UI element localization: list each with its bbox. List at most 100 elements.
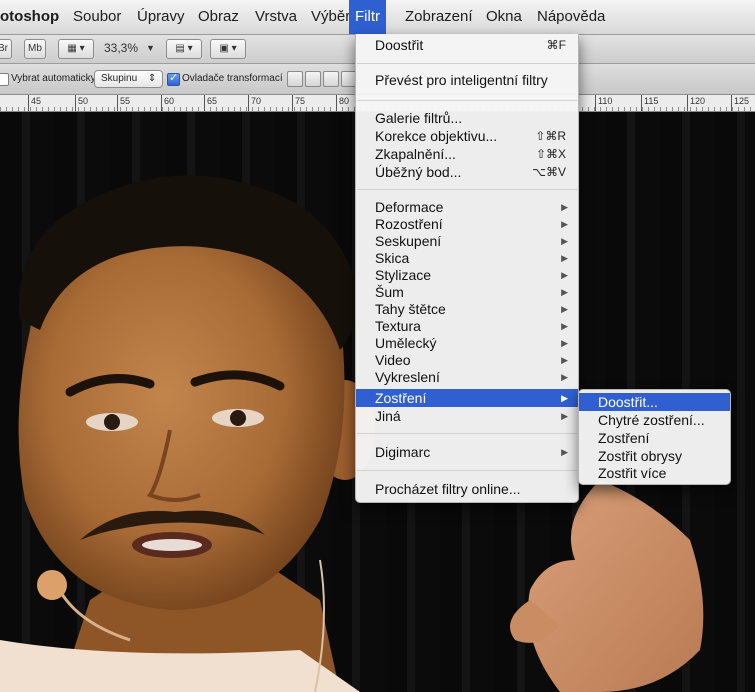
- align-bottom-icon[interactable]: [323, 71, 339, 87]
- submenu-arrow-icon: ▶: [561, 236, 568, 246]
- menu-item-label: Tahy štětce: [375, 301, 446, 317]
- menu-item-label: Umělecký: [375, 335, 437, 351]
- ruler-tick: 115: [641, 95, 658, 111]
- ruler-tick: 70: [248, 95, 261, 111]
- select-arrows-icon: ⇕: [147, 73, 157, 84]
- submenu-arrow-icon: ▶: [561, 372, 568, 382]
- menu-item-vanishing-point[interactable]: Úběžný bod... ⌥⌘V: [356, 163, 578, 181]
- ruler-tick: 45: [28, 95, 41, 111]
- submenu-arrow-icon: ▶: [561, 321, 568, 331]
- menu-item-distort[interactable]: Deformace ▶: [356, 198, 578, 216]
- ruler-tick: 50: [75, 95, 88, 111]
- menu-bar: otoshop Soubor Úpravy Obraz Vrstva Výběr…: [0, 0, 755, 35]
- submenu-item-label: Zostřit více: [598, 465, 667, 481]
- menu-item-shortcut: ⇧⌘X: [535, 147, 566, 161]
- menu-item-label: Textura: [375, 318, 421, 334]
- menu-item-video[interactable]: Video ▶: [356, 351, 578, 369]
- menu-item-label: Zostření: [375, 390, 427, 406]
- menu-item-label: Vykreslení: [375, 369, 440, 385]
- menu-item-label: Procházet filtry online...: [375, 481, 521, 497]
- menu-item-liquify[interactable]: Zkapalnění... ⇧⌘X: [356, 145, 578, 163]
- menubar-okna[interactable]: Okna: [486, 0, 522, 34]
- submenu-item-label: Doostřit...: [598, 394, 658, 410]
- menu-item-label: Jiná: [375, 408, 401, 424]
- menu-item-filter-gallery[interactable]: Galerie filtrů...: [356, 109, 578, 127]
- submenu-arrow-icon: ▶: [561, 304, 568, 314]
- menu-item-label: Rozostření: [375, 216, 443, 232]
- chevron-down-icon: ▾: [231, 43, 237, 54]
- menu-item-label: Korekce objektivu...: [375, 128, 498, 144]
- menu-item-stylize[interactable]: Stylizace ▶: [356, 266, 578, 284]
- menu-item-label: Digimarc: [375, 444, 431, 460]
- menu-item-label: Seskupení: [375, 233, 442, 249]
- menu-item-digimarc[interactable]: Digimarc ▶: [356, 443, 578, 461]
- mini-bridge-button[interactable]: Mb: [24, 39, 46, 59]
- submenu-arrow-icon: ▶: [561, 338, 568, 348]
- menu-item-lens-correction[interactable]: Korekce objektivu... ⇧⌘R: [356, 127, 578, 145]
- menu-item-label: Deformace: [375, 199, 444, 215]
- menubar-napoveda[interactable]: Nápověda: [537, 0, 605, 34]
- submenu-item-unsharp-mask[interactable]: Doostřit...: [579, 393, 730, 411]
- menu-item-texture[interactable]: Textura ▶: [356, 317, 578, 335]
- menu-separator: [357, 63, 577, 64]
- menu-separator: [357, 433, 577, 434]
- submenu-arrow-icon: ▶: [561, 411, 568, 421]
- menubar-vrstva[interactable]: Vrstva: [255, 0, 297, 34]
- menubar-soubor[interactable]: Soubor: [73, 0, 121, 34]
- submenu-item-sharpen-edges[interactable]: Zostřit obrysy: [579, 447, 730, 465]
- menu-item-blur[interactable]: Rozostření ▶: [356, 215, 578, 233]
- bridge-button[interactable]: Br: [0, 39, 12, 59]
- screen-mode-dropdown[interactable]: ▣ ▾: [210, 39, 246, 59]
- extras-dropdown[interactable]: ▦ ▾: [58, 39, 94, 59]
- menu-item-label: Skica: [375, 250, 410, 266]
- menu-item-label: Zkapalnění...: [375, 146, 456, 162]
- submenu-item-sharpen[interactable]: Zostření: [579, 429, 730, 447]
- auto-select-label: Vybrat automaticky:: [11, 73, 99, 84]
- menubar-filtr[interactable]: Filtr: [349, 0, 386, 34]
- menu-item-label: Galerie filtrů...: [375, 110, 463, 126]
- auto-select-dropdown[interactable]: Skupinu ⇕: [94, 70, 164, 88]
- arrange-documents-dropdown[interactable]: ▤ ▾: [166, 39, 202, 59]
- menu-item-sketch[interactable]: Skica ▶: [356, 249, 578, 267]
- submenu-item-sharpen-more[interactable]: Zostřit více: [579, 464, 730, 482]
- grid-icon: ▦: [67, 43, 77, 54]
- menubar-zobrazeni[interactable]: Zobrazení: [405, 0, 473, 34]
- ruler-tick: 80: [336, 95, 349, 111]
- menu-item-sharpen[interactable]: Zostření ▶: [356, 389, 578, 407]
- menu-item-doostrit-last[interactable]: Doostřit ⌘F: [356, 36, 578, 54]
- ruler-tick: 65: [204, 95, 217, 111]
- align-top-icon[interactable]: [287, 71, 303, 87]
- menu-item-shortcut: ⇧⌘R: [535, 129, 566, 143]
- ruler-tick: 120: [687, 95, 705, 111]
- menu-item-label: Šum: [375, 284, 404, 300]
- ruler-tick: 110: [595, 95, 612, 111]
- submenu-arrow-icon: ▶: [561, 393, 568, 403]
- zoom-level[interactable]: 33,3%: [104, 41, 138, 55]
- submenu-item-label: Zostřit obrysy: [598, 448, 683, 464]
- auto-select-value: Skupinu: [101, 73, 138, 84]
- menubar-vyber[interactable]: Výběr: [311, 0, 350, 34]
- menu-item-browse-filters-online[interactable]: Procházet filtry online...: [356, 480, 578, 498]
- arrange-icon: ▤: [175, 43, 185, 54]
- menu-item-artistic[interactable]: Umělecký ▶: [356, 334, 578, 352]
- menubar-app-name[interactable]: otoshop: [0, 0, 59, 34]
- menubar-upravy[interactable]: Úpravy: [137, 0, 185, 34]
- menu-item-convert-smart-filters[interactable]: Převést pro inteligentní filtry: [356, 71, 578, 89]
- menu-item-brush-strokes[interactable]: Tahy štětce ▶: [356, 300, 578, 318]
- submenu-item-smart-sharpen[interactable]: Chytré zostření...: [579, 411, 730, 429]
- menu-item-pixelate[interactable]: Seskupení ▶: [356, 232, 578, 250]
- align-middle-icon[interactable]: [305, 71, 321, 87]
- filter-menu: Doostřit ⌘F Převést pro inteligentní fil…: [355, 34, 579, 503]
- zoom-chevron-icon[interactable]: ▼: [146, 43, 155, 53]
- menu-item-other[interactable]: Jiná ▶: [356, 407, 578, 425]
- submenu-arrow-icon: ▶: [561, 287, 568, 297]
- auto-select-checkbox[interactable]: [0, 73, 9, 86]
- menu-item-render[interactable]: Vykreslení ▶: [356, 368, 578, 386]
- menu-item-noise[interactable]: Šum ▶: [356, 283, 578, 301]
- submenu-arrow-icon: ▶: [561, 219, 568, 229]
- ruler-tick: 60: [161, 95, 174, 111]
- submenu-arrow-icon: ▶: [561, 447, 568, 457]
- show-transform-checkbox[interactable]: [167, 71, 180, 86]
- menubar-obraz[interactable]: Obraz: [198, 0, 239, 34]
- screen-mode-icon: ▣: [219, 43, 229, 54]
